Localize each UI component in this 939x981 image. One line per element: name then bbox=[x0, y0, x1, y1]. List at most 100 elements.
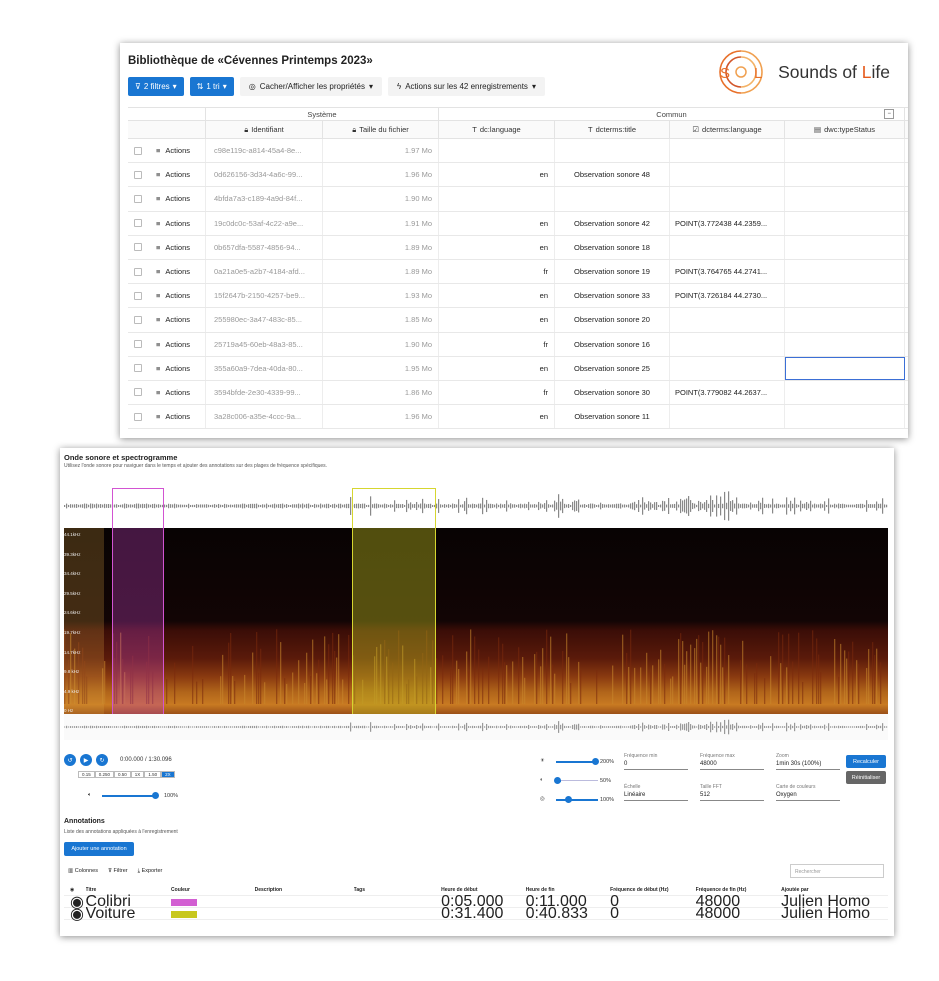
cell-identifiant[interactable]: 0d626156-3d34-4a6c-99... bbox=[206, 163, 323, 187]
cell-dcterms-title[interactable]: Observation sonore 16 bbox=[555, 332, 670, 356]
cell-dcterms-title[interactable] bbox=[555, 139, 670, 163]
forward-icon[interactable]: ↻ bbox=[96, 754, 108, 766]
cell-dcterms-language[interactable] bbox=[670, 187, 785, 211]
cell-dc-language[interactable]: en bbox=[439, 405, 555, 429]
cell-dcterms-language[interactable]: POINT(3.779082 44.2637... bbox=[670, 380, 785, 405]
colormap-select[interactable]: Oxygen bbox=[776, 792, 840, 801]
bulk-actions-button[interactable]: ϟ Actions sur les 42 enregistrements ▾ bbox=[387, 77, 545, 96]
export-button[interactable]: ⤓ Exporter bbox=[138, 868, 163, 875]
header-taille[interactable]: 🔒︎ Taille du fichier bbox=[323, 121, 439, 138]
cell-dc-language[interactable]: en bbox=[439, 284, 555, 308]
cell-dwc-typestatus[interactable] bbox=[785, 308, 905, 332]
row-checkbox[interactable] bbox=[134, 194, 142, 203]
cell-taille[interactable]: 1.85 Mo bbox=[323, 308, 439, 332]
table-row[interactable]: ≡ Actions 0d626156-3d34-4a6c-99... 1.96 M… bbox=[128, 163, 908, 188]
filter-button[interactable]: ⊽ Filtrer bbox=[108, 868, 128, 875]
cell-identifiant[interactable]: 355a60a9-7dea-40da-80... bbox=[206, 356, 323, 380]
header-identifiant[interactable]: 🔒︎ Identifiant bbox=[206, 121, 323, 138]
volume-slider[interactable] bbox=[102, 795, 154, 797]
cell-identifiant[interactable]: 3a28c006-a35e-4ccc-9a... bbox=[206, 405, 323, 429]
table-row[interactable]: ≡ Actions c98e119c-a814-45a4-8e... 1.97 M… bbox=[128, 139, 908, 164]
row-checkbox[interactable] bbox=[134, 340, 142, 349]
cell-dcterms-title[interactable]: Observation sonore 18 bbox=[555, 235, 670, 259]
cell-dc-language[interactable]: en bbox=[439, 211, 555, 235]
cell-dc-language[interactable]: en bbox=[439, 163, 555, 187]
cell-dcterms-title[interactable]: Observation sonore 19 bbox=[555, 259, 670, 284]
row-checkbox[interactable] bbox=[134, 219, 142, 228]
actions-button[interactable]: ≡ Actions bbox=[156, 291, 190, 300]
cell-identifiant[interactable]: 3594bfde-2e30-4339-99... bbox=[206, 380, 323, 405]
cell-dcterms-language[interactable] bbox=[670, 405, 785, 429]
cell-taille[interactable]: 1.93 Mo bbox=[323, 284, 439, 308]
actions-button[interactable]: ≡ Actions bbox=[156, 243, 190, 252]
cell-dwc-typestatus[interactable] bbox=[785, 284, 905, 308]
row-checkbox[interactable] bbox=[134, 412, 142, 421]
rewind-icon[interactable]: ↺ bbox=[64, 754, 76, 766]
cell-dcterms-title[interactable]: Observation sonore 33 bbox=[555, 284, 670, 308]
header-dcterms-title[interactable]: Tdcterms:title bbox=[555, 121, 670, 138]
table-row[interactable]: ≡ Actions 19c0dc0c-53af-4c22-a9e... 1.91 … bbox=[128, 211, 908, 236]
annotation-region-voiture[interactable] bbox=[352, 488, 436, 718]
row-checkbox[interactable] bbox=[134, 364, 142, 373]
cell-identifiant[interactable]: 4bfda7a3-c189-4a9d-84f... bbox=[206, 187, 323, 211]
cell-dwc-typestatus[interactable] bbox=[785, 356, 905, 380]
cell-taille[interactable]: 1.97 Mo bbox=[323, 139, 439, 163]
table-row[interactable]: ≡ Actions 3a28c006-a35e-4ccc-9a... 1.96 M… bbox=[128, 405, 908, 430]
cell-dcterms-language[interactable] bbox=[670, 356, 785, 380]
row-checkbox[interactable] bbox=[134, 170, 142, 179]
cell-dcterms-title[interactable] bbox=[555, 187, 670, 211]
header-dwc-typestatus[interactable]: ▤ dwc:typeStatus bbox=[785, 121, 905, 138]
eye-icon[interactable]: ◉ bbox=[64, 904, 86, 924]
cell-identifiant[interactable]: 15f2647b-2150-4257-be9... bbox=[206, 284, 323, 308]
cell-dwc-typestatus[interactable] bbox=[785, 332, 905, 356]
cell-dcterms-language[interactable] bbox=[670, 235, 785, 259]
add-annotation-button[interactable]: Ajouter une annotation bbox=[64, 842, 134, 856]
speed-option[interactable]: 1.50 bbox=[144, 771, 162, 778]
actions-button[interactable]: ≡ Actions bbox=[156, 146, 190, 155]
cell-identifiant[interactable]: 19c0dc0c-53af-4c22-a9e... bbox=[206, 211, 323, 235]
cell-identifiant[interactable]: c98e119c-a814-45a4-8e... bbox=[206, 139, 323, 163]
scale-select[interactable]: Linéaire bbox=[624, 792, 688, 801]
cell-dc-language[interactable] bbox=[439, 139, 555, 163]
saturation-slider[interactable] bbox=[556, 799, 598, 801]
cell-dcterms-language[interactable]: POINT(3.764765 44.2741... bbox=[670, 259, 785, 284]
actions-button[interactable]: ≡ Actions bbox=[156, 170, 190, 179]
row-checkbox[interactable] bbox=[134, 267, 142, 276]
header-dcterms-language[interactable]: ☑ dcterms:language bbox=[670, 121, 785, 138]
cell-dwc-typestatus[interactable] bbox=[785, 380, 905, 405]
cell-dc-language[interactable]: en bbox=[439, 356, 555, 380]
cell-identifiant[interactable]: 255980ec-3a47-483c-85... bbox=[206, 308, 323, 332]
cell-dcterms-language[interactable]: POINT(3.726184 44.2730... bbox=[670, 284, 785, 308]
table-row[interactable]: ≡ Actions 0b657dfa-5587-4856-94... 1.89 M… bbox=[128, 235, 908, 260]
fft-select[interactable]: 512 bbox=[700, 792, 764, 801]
cell-taille[interactable]: 1.90 Mo bbox=[323, 332, 439, 356]
annotation-row[interactable]: ◉ Voiture 0:31.400 0:40.833 0 48000 Juli… bbox=[64, 905, 888, 923]
row-checkbox[interactable] bbox=[134, 388, 142, 397]
actions-button[interactable]: ≡ Actions bbox=[156, 267, 190, 276]
cell-taille[interactable]: 1.90 Mo bbox=[323, 187, 439, 211]
speed-option[interactable]: 0.250 bbox=[94, 771, 115, 778]
cell-dcterms-title[interactable]: Observation sonore 20 bbox=[555, 308, 670, 332]
row-checkbox[interactable] bbox=[134, 243, 142, 252]
cell-taille[interactable]: 1.91 Mo bbox=[323, 211, 439, 235]
fmax-input[interactable]: 48000 bbox=[700, 761, 764, 770]
speed-option[interactable]: 1X bbox=[130, 771, 145, 778]
cell-dcterms-language[interactable] bbox=[670, 163, 785, 187]
annotation-header-cell[interactable]: Tags bbox=[354, 887, 441, 893]
cell-dc-language[interactable]: fr bbox=[439, 332, 555, 356]
speed-option[interactable]: 2X bbox=[161, 771, 175, 778]
cell-dcterms-language[interactable]: POINT(3.772438 44.2359... bbox=[670, 211, 785, 235]
table-row[interactable]: ≡ Actions 0a21a0e5-a2b7-4184-afd... 1.89 … bbox=[128, 259, 908, 285]
actions-button[interactable]: ≡ Actions bbox=[156, 194, 190, 203]
fmin-input[interactable]: 0 bbox=[624, 761, 688, 770]
spectrogram[interactable] bbox=[64, 528, 888, 714]
table-row[interactable]: ≡ Actions 355a60a9-7dea-40da-80... 1.95 M… bbox=[128, 356, 908, 381]
table-row[interactable]: ≡ Actions 15f2647b-2150-4257-be9... 1.93 … bbox=[128, 284, 908, 309]
cell-dc-language[interactable]: en bbox=[439, 235, 555, 259]
waveform[interactable] bbox=[64, 484, 888, 528]
table-row[interactable]: ≡ Actions 255980ec-3a47-483c-85... 1.85 M… bbox=[128, 308, 908, 333]
cell-identifiant[interactable]: 0a21a0e5-a2b7-4184-afd... bbox=[206, 259, 323, 284]
cell-dwc-typestatus[interactable] bbox=[785, 187, 905, 211]
row-checkbox[interactable] bbox=[134, 146, 142, 155]
row-checkbox[interactable] bbox=[134, 315, 142, 324]
